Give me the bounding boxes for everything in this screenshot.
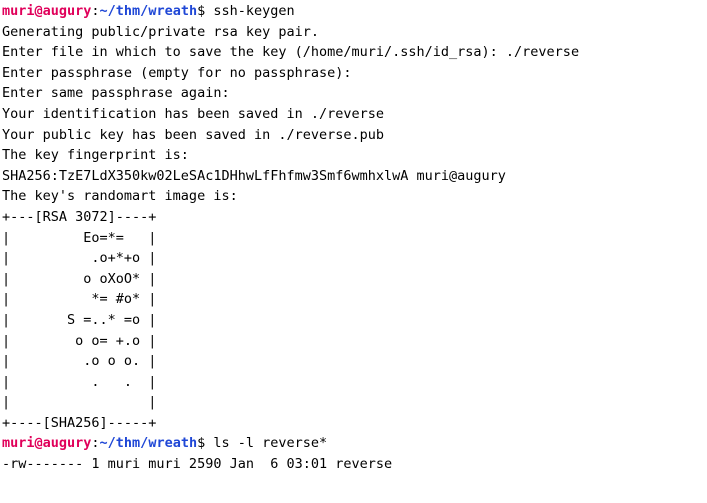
- randomart-row: | Eo=*= |: [2, 229, 157, 246]
- command-text: ssh-keygen: [213, 3, 295, 19]
- randomart-row: | |: [2, 394, 157, 411]
- prompt-colon: :: [91, 3, 100, 19]
- ls-output-line: -rw------- 1 muri muri 2590 Jan 6 03:01 …: [2, 456, 393, 473]
- randomart-border-bottom: +----[SHA256]-----+: [2, 414, 157, 431]
- fingerprint-line: SHA256:TzE7LdX350kw02LeSAc1DHhwLfFhfmw3S…: [2, 167, 506, 184]
- randomart-row: | . . |: [2, 373, 157, 390]
- randomart-row: | .o+*+o |: [2, 250, 157, 267]
- output-line: The key's randomart image is:: [2, 188, 238, 205]
- prompt-user-host: muri@augury: [2, 3, 92, 19]
- randomart-row: | *= #o* |: [2, 291, 157, 308]
- prompt-user-host: muri@augury: [2, 435, 92, 452]
- prompt-line-2: muri@augury:~/thm/wreath$ ls -l reverse*: [2, 433, 707, 454]
- output-line: Enter same passphrase again:: [2, 85, 230, 102]
- terminal-window[interactable]: muri@augury:~/thm/wreath$ ssh-keygen Gen…: [0, 0, 707, 503]
- output-line: Your identification has been saved in ./…: [2, 105, 385, 122]
- output-line: Enter file in which to save the key (/ho…: [2, 44, 580, 61]
- output-line: The key fingerprint is:: [2, 147, 189, 164]
- randomart-row: | o o= +.o |: [2, 332, 157, 349]
- prompt-symbol: $: [197, 435, 214, 452]
- output-line: Your public key has been saved in ./reve…: [2, 126, 385, 143]
- randomart-row: | .o o o. |: [2, 353, 157, 370]
- prompt-colon: :: [91, 435, 100, 452]
- prompt-line-1: muri@augury:~/thm/wreath$ ssh-keygen: [2, 1, 707, 22]
- output-line: Generating public/private rsa key pair.: [2, 23, 319, 40]
- randomart-row: | o oXoO* |: [2, 270, 157, 287]
- randomart-border-top: +---[RSA 3072]----+: [2, 208, 157, 225]
- output-line: Enter passphrase (empty for no passphras…: [2, 64, 352, 81]
- randomart-row: | S =..* =o |: [2, 311, 157, 328]
- prompt-path: ~/thm/wreath: [99, 435, 198, 452]
- prompt-path: ~/thm/wreath: [99, 3, 198, 19]
- prompt-symbol: $: [197, 3, 214, 19]
- command-text: ls -l reverse*: [213, 435, 328, 452]
